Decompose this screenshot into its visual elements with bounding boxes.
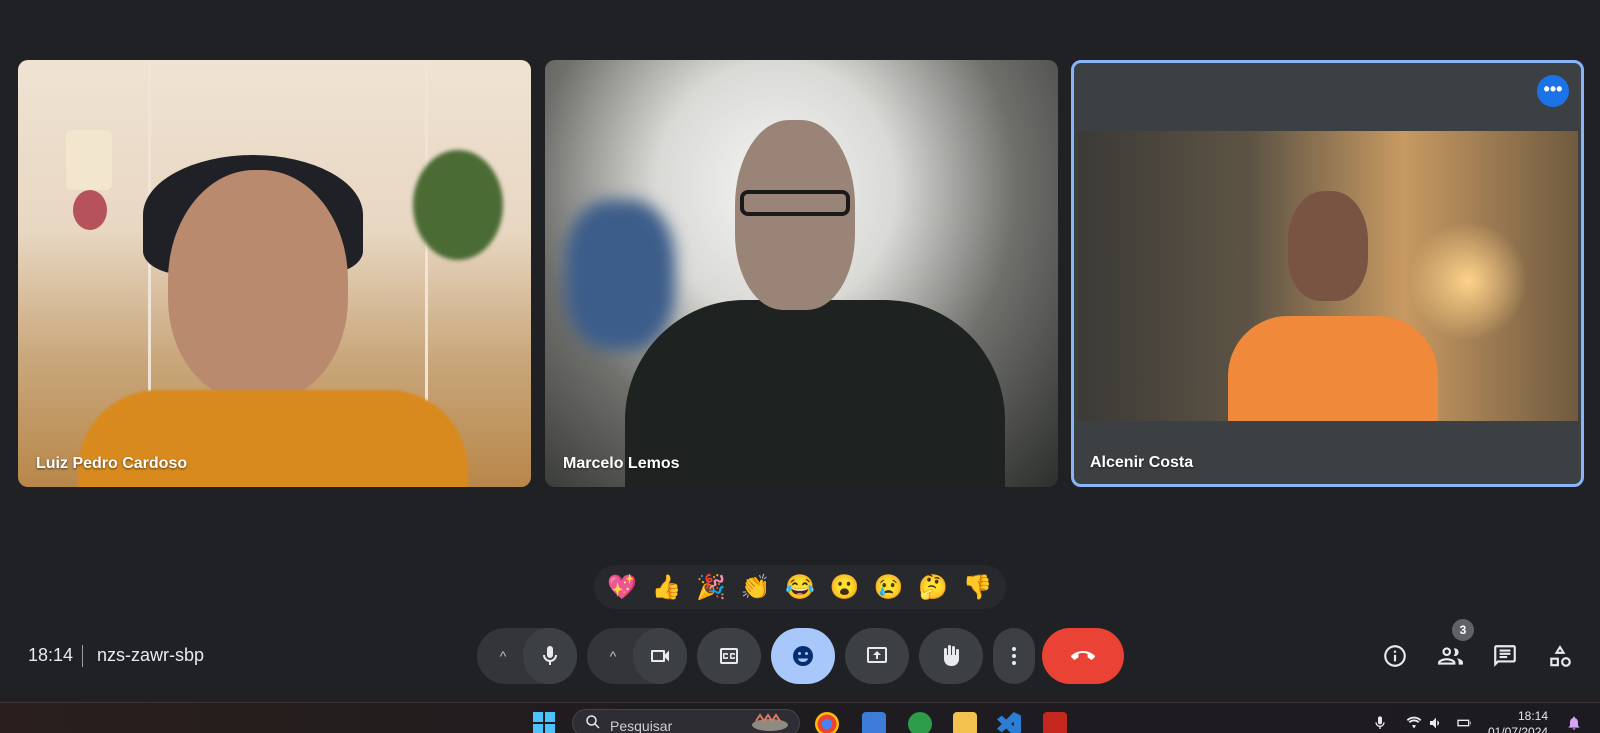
notepad-icon[interactable] — [862, 712, 886, 733]
more-options-button[interactable] — [993, 628, 1035, 684]
call-end-icon — [1071, 651, 1095, 660]
background-lamp — [66, 130, 112, 190]
reaction-crying[interactable]: 😢 — [869, 573, 909, 602]
participant-face — [1288, 191, 1368, 301]
battery-icon[interactable] — [1456, 715, 1472, 731]
raise-hand-button[interactable] — [919, 628, 983, 684]
search-highlight-dinosaur-icon — [752, 713, 788, 731]
reactions-bar: 💖 👍 🎉 👏 😂 😮 😢 🤔 👎 — [594, 565, 1006, 609]
hand-icon — [944, 645, 959, 666]
camera-options-chevron-up-icon[interactable]: ^ — [597, 640, 629, 672]
people-count-badge: 3 — [1452, 619, 1474, 641]
reaction-thinking[interactable]: 🤔 — [913, 573, 953, 602]
activities-button[interactable] — [1544, 640, 1576, 672]
chat-button[interactable] — [1489, 640, 1521, 672]
participant-name: Alcenir Costa — [1090, 454, 1194, 471]
background-glow — [1408, 221, 1528, 341]
video-tile-marcelo[interactable]: Marcelo Lemos — [545, 60, 1058, 487]
reaction-thumbs-up[interactable]: 👍 — [647, 573, 687, 602]
videocam-icon — [651, 650, 669, 662]
tray-mic-icon[interactable] — [1372, 715, 1388, 731]
windows-taskbar — [0, 702, 1600, 733]
present-screen-icon — [867, 647, 887, 663]
filezilla-icon[interactable] — [1043, 712, 1067, 733]
more-vert-icon — [1012, 647, 1016, 665]
tile-more-options-icon[interactable]: ••• — [1537, 75, 1569, 107]
participant-video — [1078, 131, 1578, 421]
activities-icon — [1550, 645, 1571, 667]
reaction-thumbs-down[interactable]: 👎 — [958, 573, 998, 602]
reaction-sparkling-heart[interactable]: 💖 — [602, 573, 642, 602]
participant-hoodie — [625, 300, 1005, 487]
background-blue-object — [565, 200, 675, 350]
people-icon — [1438, 647, 1463, 665]
participant-face — [168, 170, 348, 400]
participant-tank-top — [1228, 316, 1438, 421]
reaction-laughing[interactable]: 😂 — [780, 573, 820, 602]
meeting-code[interactable]: nzs-zawr-sbp — [97, 645, 204, 666]
emoji-icon — [793, 646, 813, 666]
meeting-details-button[interactable] — [1379, 640, 1411, 672]
file-explorer-icon[interactable] — [953, 712, 977, 733]
reaction-clapping[interactable]: 👏 — [736, 573, 776, 602]
captions-button[interactable] — [697, 628, 761, 684]
notification-bell-icon[interactable] — [1566, 715, 1582, 731]
leave-call-button[interactable] — [1042, 628, 1124, 684]
participant-glasses — [740, 190, 850, 216]
video-tile-alcenir[interactable]: ••• Alcenir Costa — [1071, 60, 1584, 487]
taskbar-search-placeholder: Pesquisar — [610, 718, 673, 733]
volume-icon[interactable] — [1428, 715, 1444, 731]
reaction-surprised[interactable]: 😮 — [824, 573, 864, 602]
meeting-info-divider — [82, 645, 83, 667]
mic-options-chevron-up-icon[interactable]: ^ — [487, 640, 519, 672]
search-icon — [586, 715, 600, 729]
camera-button[interactable] — [633, 628, 687, 684]
hubspot-icon[interactable] — [908, 712, 932, 733]
background-lamp-base — [73, 190, 107, 230]
present-screen-button[interactable] — [845, 628, 909, 684]
chrome-icon[interactable] — [815, 712, 839, 733]
wifi-icon[interactable] — [1406, 715, 1422, 731]
chat-icon — [1494, 645, 1516, 667]
participant-name: Luiz Pedro Cardoso — [36, 455, 188, 472]
mic-button[interactable] — [523, 628, 577, 684]
taskbar-clock-date[interactable]: 01/07/2024 — [1488, 725, 1548, 733]
closed-captions-icon — [720, 648, 738, 664]
info-icon — [1384, 645, 1406, 667]
reaction-party-popper[interactable]: 🎉 — [691, 573, 731, 602]
background-plant — [413, 150, 503, 260]
emoji-reactions-button[interactable] — [771, 628, 835, 684]
meeting-time: 18:14 — [28, 645, 74, 665]
mic-icon — [543, 646, 557, 665]
video-tile-luiz[interactable]: Luiz Pedro Cardoso — [18, 60, 531, 487]
windows-start-icon[interactable] — [533, 712, 555, 733]
people-button[interactable] — [1434, 640, 1466, 672]
taskbar-clock-time[interactable]: 18:14 — [1488, 709, 1548, 723]
participant-name: Marcelo Lemos — [563, 455, 680, 472]
